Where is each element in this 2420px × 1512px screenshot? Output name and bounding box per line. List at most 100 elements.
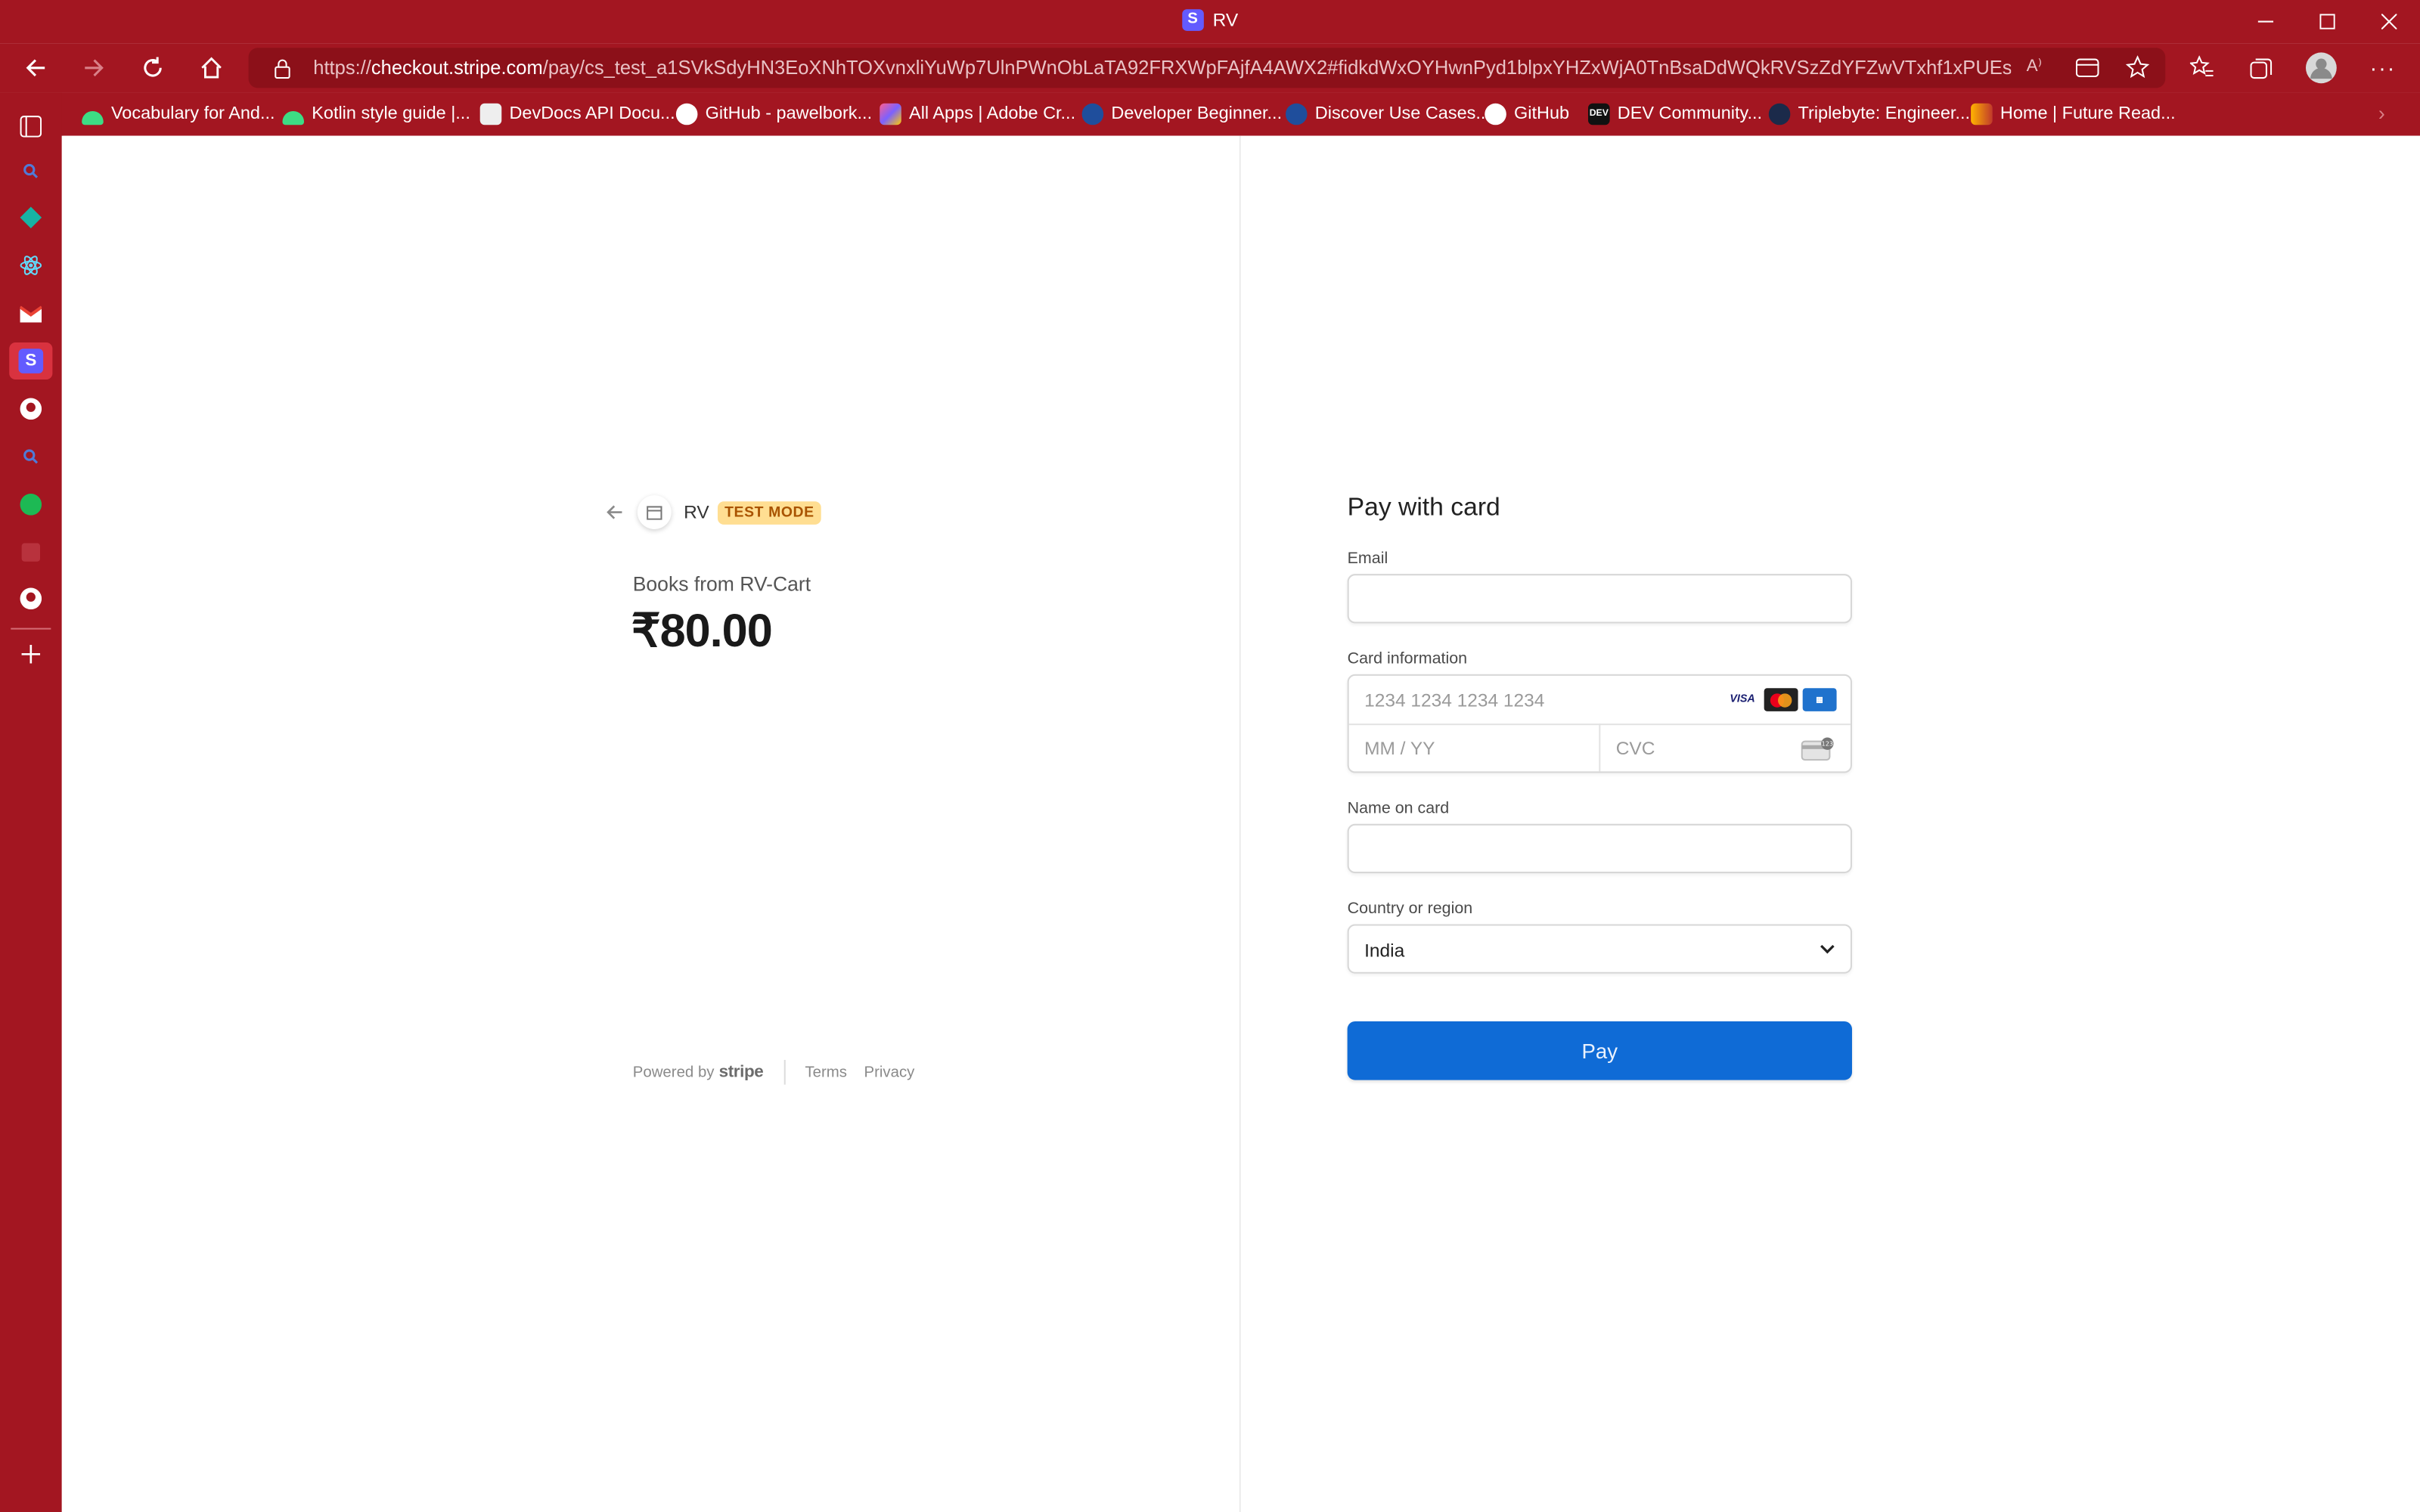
country-select[interactable]: India [1347,924,1852,974]
payment-form: Pay with card Email Card information 123… [1347,494,1852,1080]
checkout-page: RV TEST MODE Books from RV-Cart ₹80.00 P… [63,135,2420,1512]
card-information-box: 1234 1234 1234 1234 VISA ▦ MM / YY CVC 1… [1347,674,1852,773]
home-icon [201,57,222,79]
blank-icon [21,543,41,562]
stripe-logo[interactable]: stripe [719,1063,764,1081]
browser-title-bar: S RV [0,0,2420,44]
terms-link[interactable]: Terms [805,1064,847,1080]
back-link[interactable] [603,501,625,523]
favorites-button[interactable] [2184,49,2221,86]
chevron-down-icon [1820,944,1835,954]
bookmark-item[interactable]: Triplebyte: Engineer... [1768,102,1971,127]
github-icon [20,398,42,420]
stripe-icon: S [18,349,44,373]
sidebar-gmail-button[interactable] [15,298,46,329]
bookmarks-overflow-chevron-icon[interactable]: › [2378,102,2385,125]
bookmark-item[interactable]: GitHub [1485,102,1569,127]
bookmark-item[interactable]: Discover Use Cases... [1286,102,1491,127]
address-bar[interactable]: https://checkout.stripe.com/pay/cs_test_… [248,48,2166,88]
add-favorite-icon[interactable] [2125,55,2150,80]
maximize-icon [2319,14,2335,29]
bookmark-item[interactable]: Kotlin style guide |... [282,102,470,127]
collections-button[interactable] [2242,49,2279,86]
bookmark-label: GitHub - pawelbork... [705,104,873,124]
close-icon [2381,14,2397,29]
sidebar-github-button[interactable] [15,393,46,424]
home-button[interactable] [193,49,230,86]
sidebar-app-button[interactable] [15,202,46,233]
url-host: checkout.stripe.com [371,57,543,79]
bookmark-label: Vocabulary for And... [110,104,275,124]
future-icon [1971,103,1993,125]
stripe-favicon-icon: S [1181,9,1204,31]
circle-app-icon [20,494,42,516]
product-name: Books from RV-Cart [632,572,811,596]
read-aloud-icon[interactable]: A⁾ [2027,55,2043,76]
bookmark-label: Developer Beginner... [1111,104,1283,124]
mastercard-icon [1764,688,1798,711]
email-group: Email [1347,550,1852,624]
bookmark-label: Discover Use Cases... [1314,104,1491,124]
expiry-placeholder: MM / YY [1364,737,1435,760]
test-mode-badge: TEST MODE [718,500,821,524]
pay-button[interactable]: Pay [1347,1021,1852,1080]
back-button[interactable] [17,49,54,86]
merchant-name: RV [684,501,709,523]
bookmark-item[interactable]: DEV DEV Community... [1588,102,1762,127]
sidebar-stripe-button[interactable]: S [9,342,53,380]
triplebyte-icon [1768,103,1791,125]
forward-button[interactable] [76,49,113,86]
tab-actions-button[interactable] [15,111,46,142]
url-text[interactable]: https://checkout.stripe.com/pay/cs_test_… [313,57,2011,79]
discover-icon [1286,103,1308,125]
refresh-button[interactable] [135,49,172,86]
expiry-field[interactable]: MM / YY [1349,723,1601,772]
arrow-left-icon [26,59,45,77]
email-field[interactable] [1347,574,1852,624]
arrow-left-icon [607,505,622,519]
sidebar-blank-button[interactable] [15,537,46,568]
sidebar-add-button[interactable] [15,639,46,670]
store-icon [637,495,672,529]
card-group: Card information 1234 1234 1234 1234 VIS… [1347,649,1852,773]
sidebar-github-button-2[interactable] [15,583,46,614]
bookmark-item[interactable]: Vocabulary for And... [82,102,275,127]
privacy-link[interactable]: Privacy [864,1064,914,1080]
tab-actions-icon [20,116,42,138]
more-options-icon: ··· [2369,55,2397,81]
card-brands: VISA ▦ [1725,688,1837,711]
minimize-button[interactable] [2235,3,2297,40]
sidebar-app-button-2[interactable] [15,489,46,520]
sidebar-search-button-2[interactable] [15,442,46,472]
bookmark-label: Triplebyte: Engineer... [1798,104,1971,124]
wallet-icon[interactable] [2075,58,2099,78]
settings-menu-button[interactable]: ··· [2365,49,2402,86]
name-on-card-field[interactable] [1347,823,1852,874]
cvc-field[interactable]: CVC 123 [1600,723,1851,771]
bookmark-item[interactable]: All Apps | Adobe Cr... [880,102,1075,127]
maximize-button[interactable] [2297,3,2359,40]
lock-icon [275,59,290,79]
card-number-field[interactable]: 1234 1234 1234 1234 VISA ▦ [1348,676,1851,726]
dev-icon: DEV [1588,103,1610,125]
bookmark-item[interactable]: Developer Beginner... [1081,102,1283,127]
close-window-button[interactable] [2358,3,2420,40]
developer-icon [1081,103,1104,125]
sidebar-search-button[interactable] [15,156,46,187]
name-on-card-label: Name on card [1347,799,1450,818]
browser-sidebar: S [0,92,62,1512]
bookmark-item[interactable]: DevDocs API Docu... [479,102,675,127]
search-icon [23,449,39,464]
sidebar-react-button[interactable] [15,250,46,281]
bookmarks-bar: Vocabulary for And... Kotlin style guide… [0,92,2420,136]
bookmark-label: DEV Community... [1617,104,1763,124]
arrow-right-icon [85,59,104,77]
bookmark-item[interactable]: Home | Future Read... [1971,102,2176,127]
android-icon [282,110,305,125]
github-icon [675,103,698,125]
bookmark-item[interactable]: GitHub - pawelbork... [675,102,873,127]
merchant-header: RV TEST MODE [603,495,821,529]
url-path: /pay/cs_test_a1SVkSdyHN3EoXNhTOXvnxliYuW… [542,57,2012,79]
avatar-icon [2305,52,2337,84]
profile-button[interactable] [2303,49,2340,86]
